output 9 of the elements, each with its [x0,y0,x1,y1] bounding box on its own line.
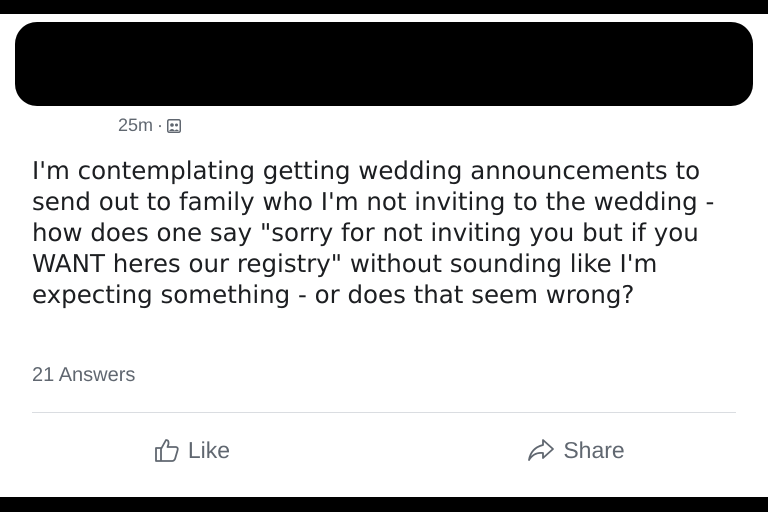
like-button[interactable]: Like [154,429,230,472]
post-text: I'm contemplating getting wedding announcements to send out to family who I'm not inviting to the wedding - how does one say "sorry for not inviting you but if you WANT heres our registry" without sounding like I'm expecting something - or does that seem wrong? [31,155,716,310]
post-time: 25m [118,114,154,137]
answers-count[interactable]: 21 Answers [32,364,136,386]
group-icon [167,118,182,132]
separator: · [157,114,164,137]
share-button[interactable]: Share [527,429,625,472]
share-arrow-icon [527,438,556,462]
thumbs-up-icon [154,437,180,464]
